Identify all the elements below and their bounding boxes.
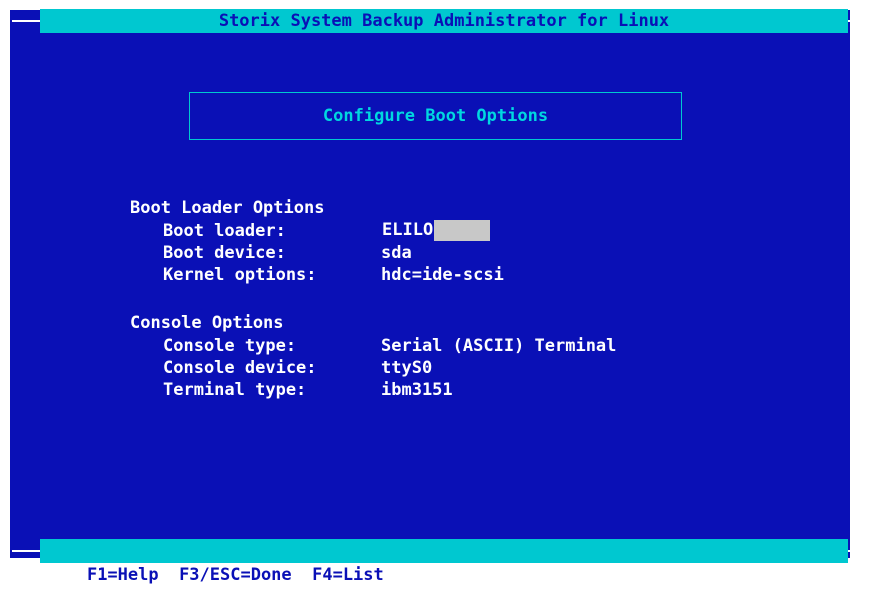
kernel-options-label: Kernel options:	[163, 265, 317, 285]
boot-loader-value: ELILO	[381, 220, 435, 241]
function-key-hints[interactable]: F1=Help F3/ESC=Done F4=List	[81, 563, 384, 587]
function-key-bar: F1=Help F3/ESC=Done F4=List	[40, 539, 848, 585]
boot-loader-label: Boot loader:	[163, 221, 286, 241]
boot-device-value[interactable]: sda	[381, 243, 412, 263]
boot-device-label: Boot device:	[163, 243, 286, 263]
console-device-value[interactable]: ttyS0	[381, 358, 432, 378]
screen-title: Configure Boot Options	[322, 106, 549, 126]
terminal-type-label: Terminal type:	[163, 380, 307, 400]
terminal-screen: Storix System Backup Administrator for L…	[0, 0, 873, 585]
section-heading-console: Console Options	[130, 313, 284, 333]
screen-title-box: Configure Boot Options	[189, 92, 682, 140]
left-edge	[10, 10, 12, 558]
kernel-options-value[interactable]: hdc=ide-scsi	[381, 265, 504, 285]
console-device-label: Console device:	[163, 358, 317, 378]
top-left-frame-line	[10, 20, 40, 22]
bottom-right-frame-line	[848, 550, 873, 552]
terminal-type-value[interactable]: ibm3151	[381, 380, 453, 400]
section-heading-boot-loader: Boot Loader Options	[130, 198, 325, 218]
app-title: Storix System Backup Administrator for L…	[218, 11, 670, 31]
top-right-frame-line	[848, 20, 873, 22]
app-title-bar: Storix System Backup Administrator for L…	[40, 9, 848, 33]
bottom-left-frame-line	[10, 550, 40, 552]
console-type-value[interactable]: Serial (ASCII) Terminal	[381, 336, 616, 356]
console-type-label: Console type:	[163, 336, 297, 356]
boot-loader-field[interactable]: ELILO	[381, 220, 490, 241]
